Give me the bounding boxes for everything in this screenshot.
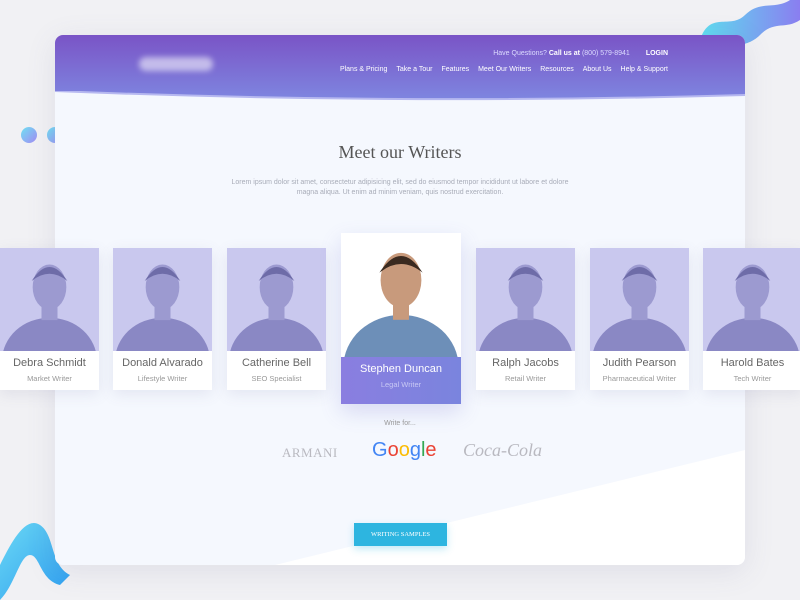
writer-role: Tech Writer — [733, 374, 772, 383]
writer-role: Market Writer — [27, 374, 72, 383]
intro-text: Lorem ipsum dolor sit amet, consectetur … — [231, 179, 569, 196]
writer-role: Pharmaceutical Writer — [602, 374, 677, 383]
writer-card[interactable]: Stephen Duncan Legal Writer — [341, 233, 461, 404]
writer-name: Harold Bates — [720, 357, 785, 369]
nav-help-support[interactable]: Help & Support — [621, 66, 668, 73]
header-curve — [55, 91, 745, 105]
writer-photo — [703, 248, 800, 351]
page-title: Meet our Writers — [338, 142, 462, 162]
writer-name: Judith Pearson — [602, 357, 677, 369]
writer-card[interactable]: Debra Schmidt Market Writer — [0, 248, 99, 390]
brand-google: Google — [372, 439, 437, 461]
writer-name: Stephen Duncan — [360, 363, 442, 375]
writer-photo — [476, 248, 575, 351]
brand-armani: ARMANI — [282, 445, 338, 460]
nav-plans-pricing[interactable]: Plans & Pricing — [340, 66, 387, 73]
writer-card[interactable]: Catherine Bell SEO Specialist — [227, 248, 326, 390]
writer-name: Ralph Jacobs — [492, 357, 559, 369]
nav-features[interactable]: Features — [441, 66, 469, 73]
header-contact: Have Questions? Call us at (800) 579-894… — [493, 50, 668, 57]
nav-about-us[interactable]: About Us — [583, 66, 612, 73]
write-for-label: Write for... — [384, 420, 416, 427]
nav-take-a-tour[interactable]: Take a Tour — [396, 66, 432, 73]
main-nav: Plans & Pricing Take a Tour Features Mee… — [340, 66, 668, 73]
writer-photo — [113, 248, 212, 351]
writer-card[interactable]: Donald Alvarado Lifestyle Writer — [113, 248, 212, 390]
site-logo[interactable] — [139, 57, 213, 71]
brand-coca-cola: Coca-Cola — [463, 440, 542, 460]
writer-name: Donald Alvarado — [122, 357, 203, 369]
questions-text: Have Questions? — [493, 50, 547, 57]
writer-card[interactable]: Ralph Jacobs Retail Writer — [476, 248, 575, 390]
writer-name: Debra Schmidt — [13, 357, 86, 369]
nav-resources[interactable]: Resources — [540, 66, 573, 73]
writer-name: Catherine Bell — [241, 357, 312, 369]
writing-samples-button[interactable]: WRITING SAMPLES — [354, 523, 447, 546]
writer-card[interactable]: Judith Pearson Pharmaceutical Writer — [590, 248, 689, 390]
dot-icon — [21, 127, 37, 143]
writer-photo — [341, 233, 461, 357]
login-link[interactable]: LOGIN — [646, 50, 668, 57]
writer-role: Lifestyle Writer — [137, 374, 188, 383]
writer-role: Legal Writer — [380, 380, 422, 389]
phone-link[interactable]: (800) 579-8941 — [582, 50, 630, 57]
writer-role: Retail Writer — [504, 374, 547, 383]
call-label: Call us at — [548, 50, 580, 57]
writer-photo — [227, 248, 326, 351]
writer-photo — [0, 248, 99, 351]
writer-card[interactable]: Harold Bates Tech Writer — [703, 248, 800, 390]
writer-photo — [590, 248, 689, 351]
nav-meet-writers[interactable]: Meet Our Writers — [478, 66, 531, 73]
writer-role: SEO Specialist — [251, 374, 302, 383]
